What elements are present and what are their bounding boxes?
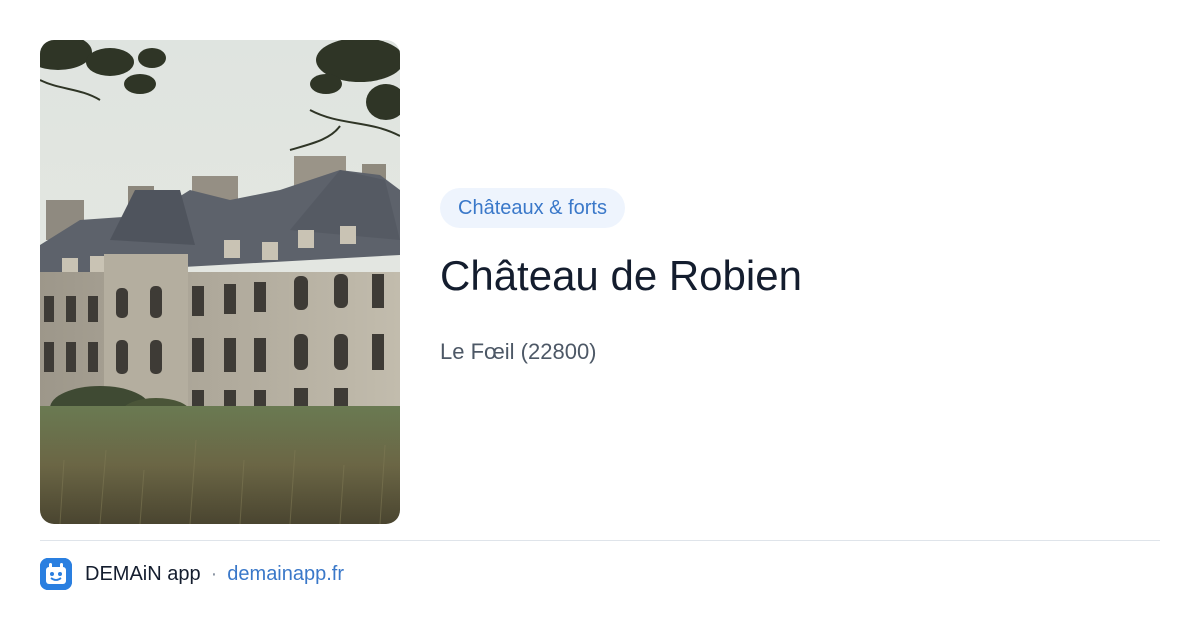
app-name: DEMAiN app: [85, 562, 201, 585]
app-domain-link[interactable]: demainapp.fr: [227, 563, 344, 586]
demain-app-logo-icon: [40, 558, 72, 590]
place-info: Châteaux & forts Château de Robien Le Fœ…: [440, 188, 1160, 366]
category-badge[interactable]: Châteaux & forts: [440, 188, 625, 228]
place-title: Château de Robien: [440, 252, 802, 299]
footer-separator: ·: [210, 562, 218, 585]
footer-divider: [40, 540, 1160, 541]
footer: DEMAiN app · demainapp.fr: [40, 558, 344, 590]
place-location: Le Fœil (22800): [440, 339, 597, 364]
chateau-photo: [40, 40, 400, 524]
share-card: Châteaux & forts Château de Robien Le Fœ…: [0, 0, 1200, 630]
